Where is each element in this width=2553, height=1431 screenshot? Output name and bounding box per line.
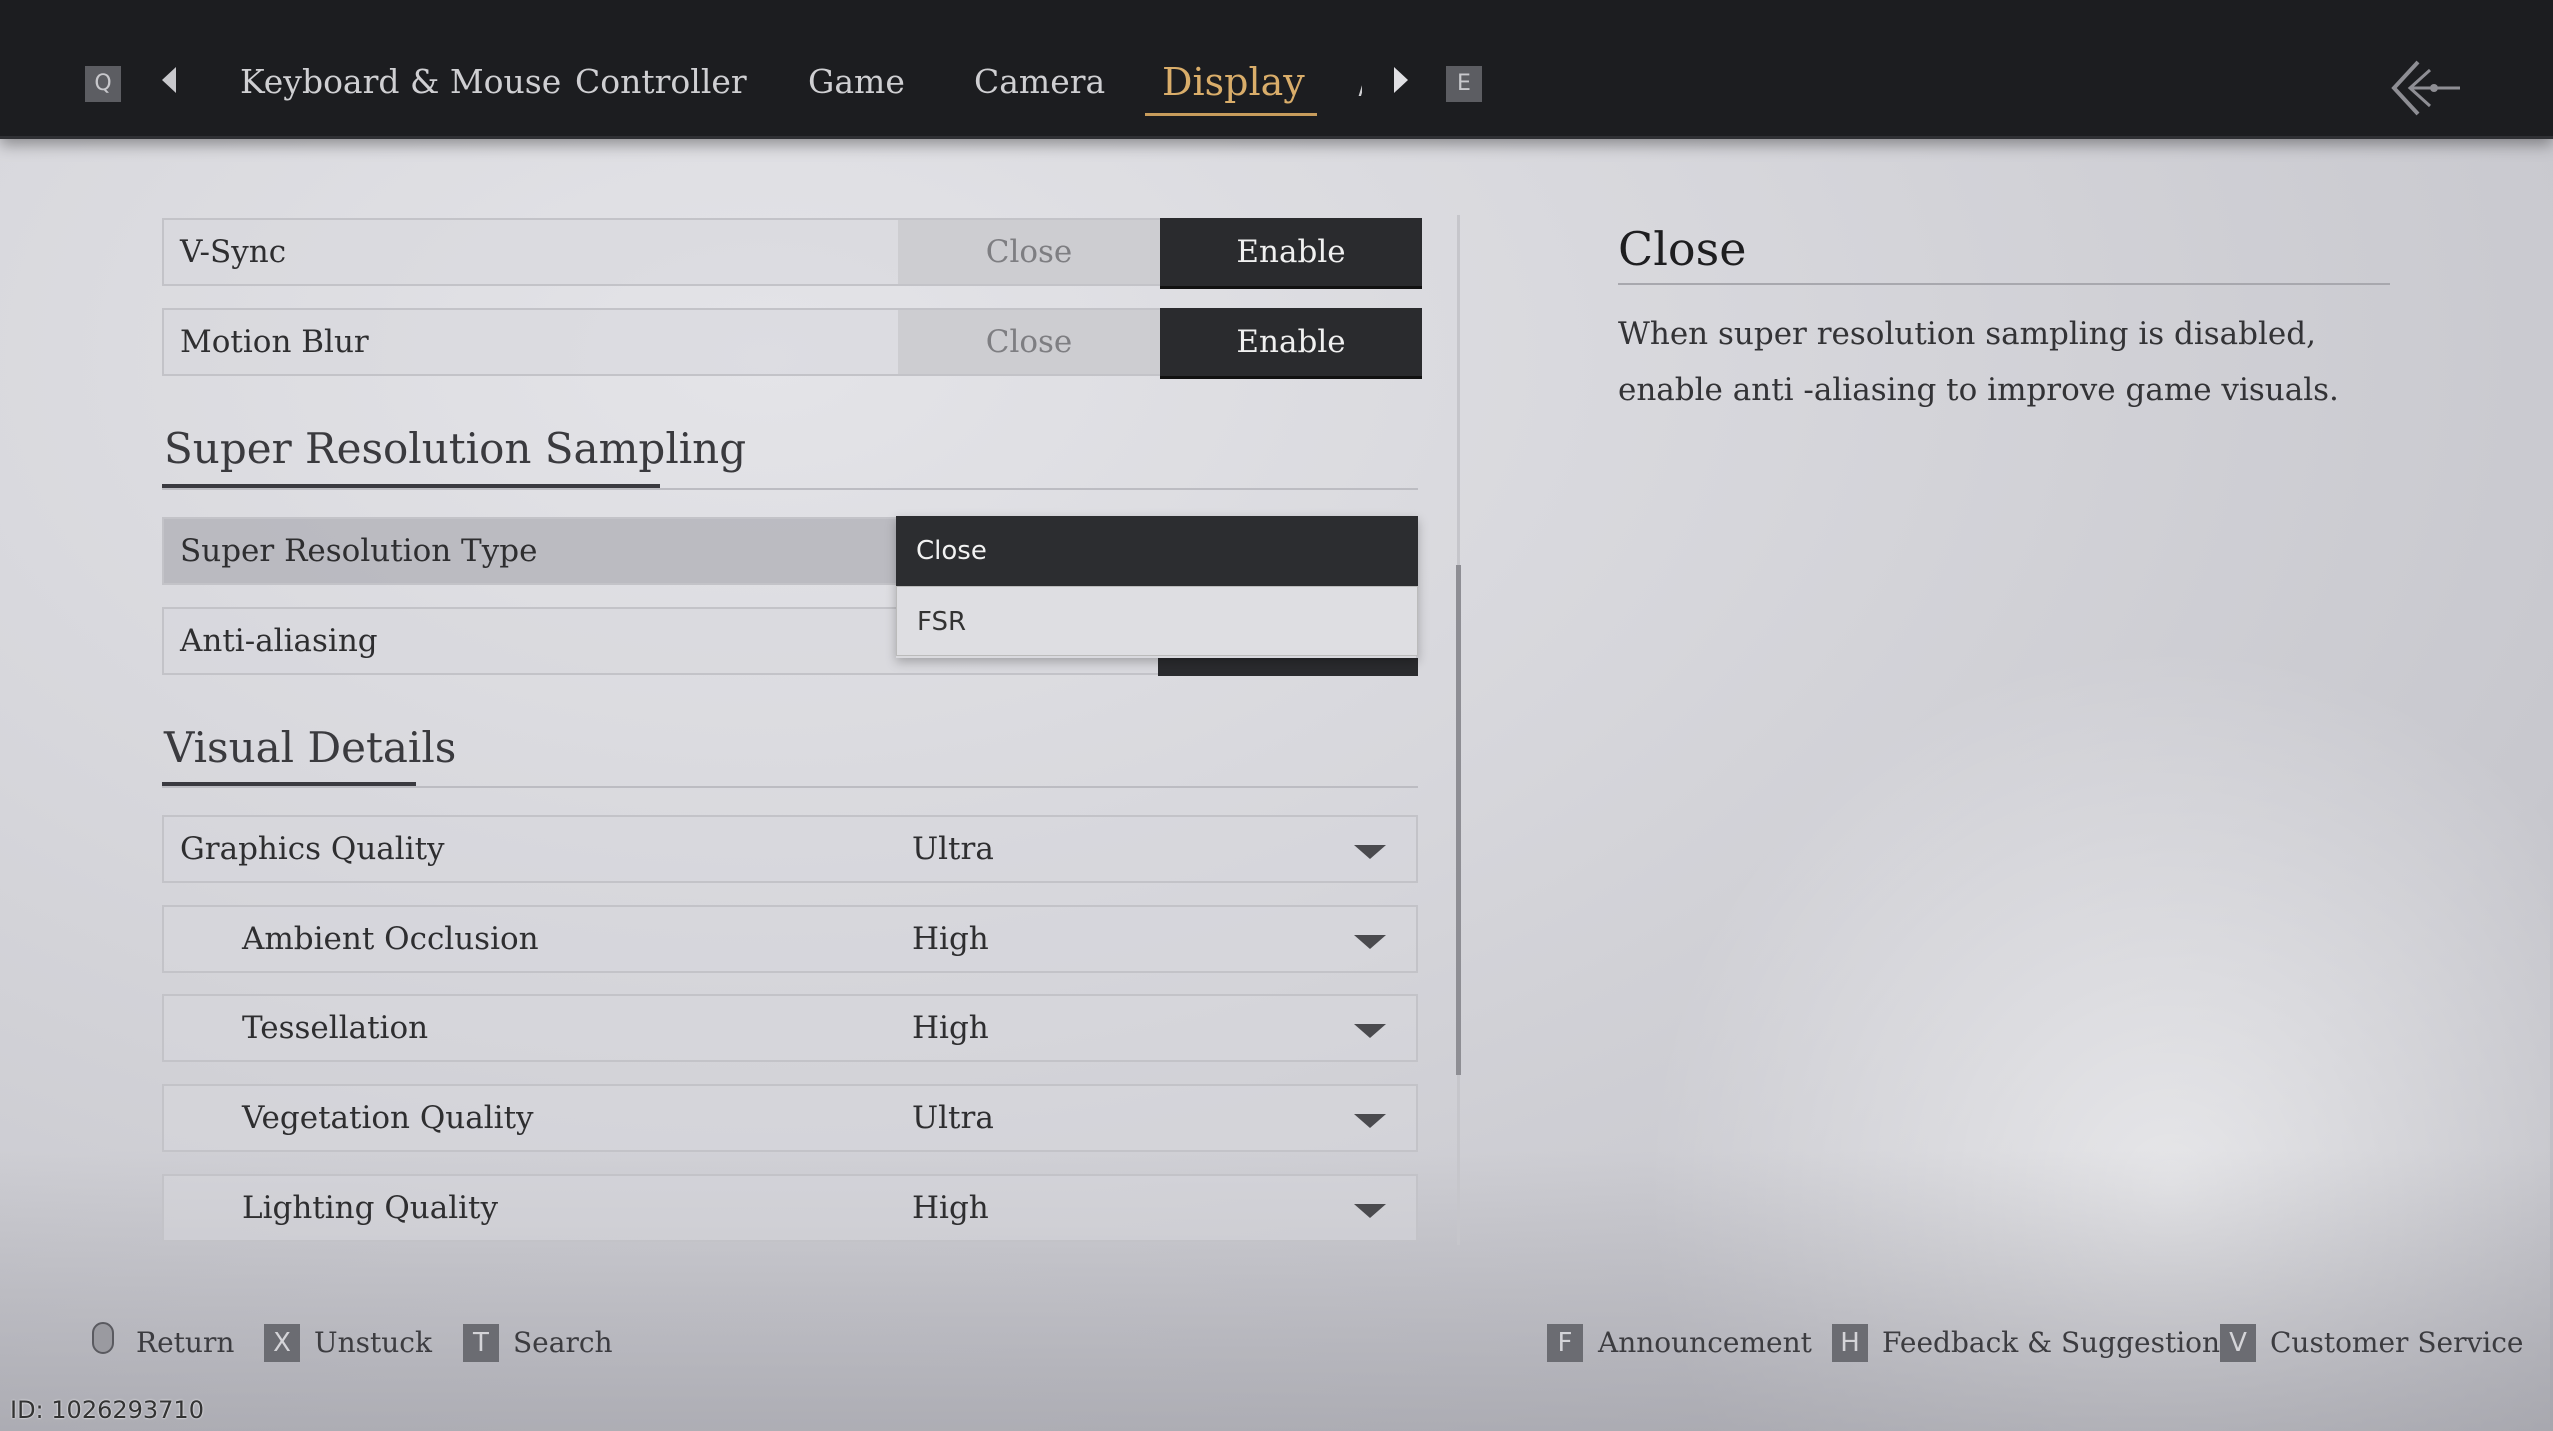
unstuck-hint[interactable]: Unstuck bbox=[314, 1326, 432, 1359]
lighting-quality-value[interactable]: High bbox=[912, 1190, 989, 1226]
section-accent-line bbox=[162, 782, 416, 786]
super-resolution-type-label: Super Resolution Type bbox=[180, 533, 538, 569]
dropdown-option-close[interactable]: Close bbox=[896, 516, 1418, 586]
mouse-icon bbox=[92, 1322, 114, 1354]
section-title-visual-details: Visual Details bbox=[164, 723, 457, 772]
motion-blur-close-button[interactable]: Close bbox=[898, 310, 1160, 374]
ambient-occlusion-value[interactable]: High bbox=[912, 921, 989, 957]
return-hint[interactable]: Return bbox=[136, 1326, 234, 1359]
graphics-quality-label: Graphics Quality bbox=[180, 831, 445, 867]
t-key-hint: T bbox=[463, 1324, 499, 1362]
section-divider bbox=[162, 488, 1418, 490]
tab-keyboard-mouse[interactable]: Keyboard & Mouse bbox=[240, 62, 561, 101]
description-divider bbox=[1618, 283, 2390, 285]
chevron-down-icon[interactable] bbox=[1354, 935, 1386, 949]
announcement-hint[interactable]: Announcement bbox=[1598, 1326, 1812, 1359]
active-tab-underline bbox=[1145, 113, 1317, 116]
vegetation-quality-row[interactable]: Vegetation Quality Ultra bbox=[162, 1084, 1418, 1152]
lighting-quality-label: Lighting Quality bbox=[242, 1190, 499, 1226]
tab-display[interactable]: Display bbox=[1162, 60, 1305, 104]
vegetation-quality-value[interactable]: Ultra bbox=[912, 1100, 994, 1136]
h-key-hint: H bbox=[1832, 1324, 1868, 1362]
search-hint[interactable]: Search bbox=[513, 1326, 613, 1359]
chevron-down-icon[interactable] bbox=[1354, 1024, 1386, 1038]
description-title: Close bbox=[1618, 222, 1747, 276]
v-key-hint: V bbox=[2220, 1324, 2256, 1362]
x-key-hint: X bbox=[264, 1324, 300, 1362]
top-navigation-bar: Q Keyboard & Mouse Controller Game Camer… bbox=[0, 0, 2553, 139]
tessellation-label: Tessellation bbox=[242, 1010, 429, 1046]
lighting-quality-row[interactable]: Lighting Quality High bbox=[162, 1174, 1418, 1242]
super-resolution-type-dropdown[interactable]: Close FSR bbox=[896, 516, 1418, 658]
prev-tab-arrow-icon[interactable] bbox=[162, 67, 176, 93]
tessellation-row[interactable]: Tessellation High bbox=[162, 994, 1418, 1062]
vegetation-quality-label: Vegetation Quality bbox=[242, 1100, 534, 1136]
vsync-enable-button[interactable]: Enable bbox=[1160, 218, 1422, 289]
feedback-hint[interactable]: Feedback & Suggestions bbox=[1882, 1326, 2234, 1359]
motion-blur-enable-button[interactable]: Enable bbox=[1160, 308, 1422, 379]
section-accent-line bbox=[162, 484, 660, 488]
next-tab-arrow-icon[interactable] bbox=[1394, 67, 1408, 93]
graphics-quality-row[interactable]: Graphics Quality Ultra bbox=[162, 815, 1418, 883]
section-title-super-resolution: Super Resolution Sampling bbox=[164, 424, 747, 473]
user-id-label: ID: 1026293710 bbox=[10, 1396, 204, 1424]
vsync-row: V-Sync Close Enable bbox=[162, 218, 1422, 289]
motion-blur-row: Motion Blur Close Enable bbox=[162, 308, 1422, 379]
q-key-hint[interactable]: Q bbox=[85, 66, 121, 102]
tab-overflow-indicator: / bbox=[1358, 68, 1362, 96]
tab-camera[interactable]: Camera bbox=[974, 62, 1105, 101]
tab-controller[interactable]: Controller bbox=[575, 62, 747, 101]
back-arrow-icon[interactable] bbox=[2390, 58, 2462, 118]
tessellation-value[interactable]: High bbox=[912, 1010, 989, 1046]
chevron-down-icon[interactable] bbox=[1354, 1204, 1386, 1218]
graphics-quality-value[interactable]: Ultra bbox=[912, 831, 994, 867]
vsync-label: V-Sync bbox=[180, 234, 287, 270]
dropdown-option-fsr[interactable]: FSR bbox=[896, 586, 1418, 656]
f-key-hint: F bbox=[1547, 1324, 1583, 1362]
ambient-occlusion-label: Ambient Occlusion bbox=[242, 921, 539, 957]
customer-service-hint[interactable]: Customer Service bbox=[2270, 1326, 2524, 1359]
ambient-occlusion-row[interactable]: Ambient Occlusion High bbox=[162, 905, 1418, 973]
description-text: When super resolution sampling is disabl… bbox=[1618, 316, 2339, 408]
anti-aliasing-label: Anti-aliasing bbox=[180, 623, 378, 659]
anti-aliasing-enable-button[interactable] bbox=[1158, 658, 1418, 676]
settings-scrollbar-thumb[interactable] bbox=[1456, 565, 1461, 1075]
e-key-hint[interactable]: E bbox=[1446, 66, 1482, 102]
chevron-down-icon[interactable] bbox=[1354, 845, 1386, 859]
motion-blur-label: Motion Blur bbox=[180, 324, 369, 360]
chevron-down-icon[interactable] bbox=[1354, 1114, 1386, 1128]
tab-game[interactable]: Game bbox=[808, 62, 905, 101]
section-divider bbox=[162, 786, 1418, 788]
vsync-close-button[interactable]: Close bbox=[898, 220, 1160, 284]
